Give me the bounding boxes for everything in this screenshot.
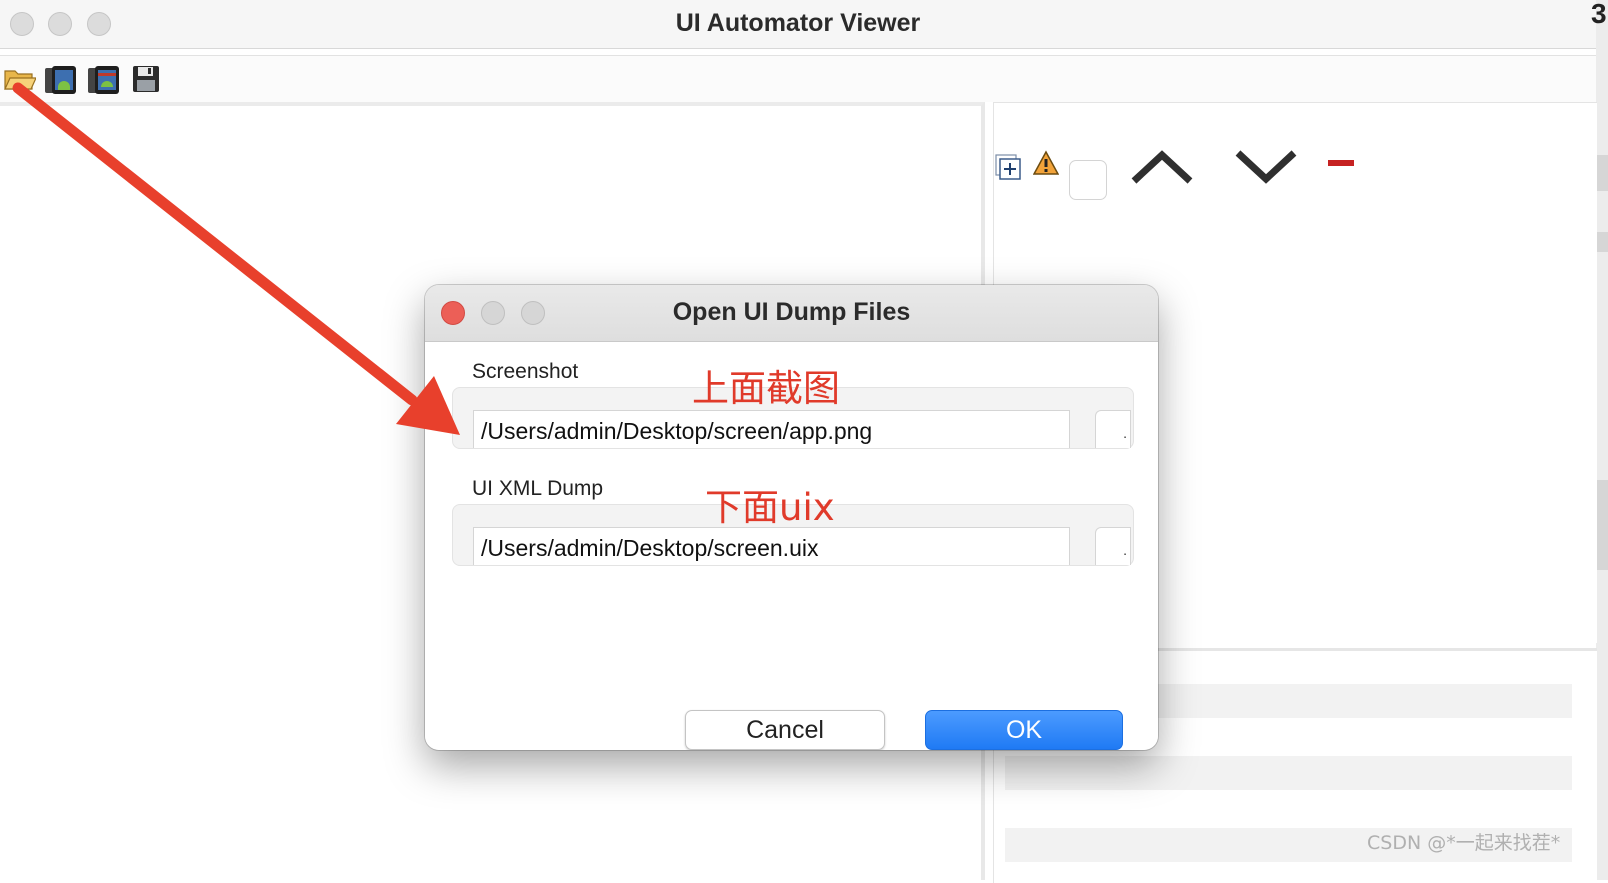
xml-dump-browse-button[interactable]: . (1095, 527, 1131, 565)
detail-row (1005, 756, 1572, 790)
dialog-title: Open UI Dump Files (672, 298, 911, 326)
window-titlebar: UI Automator Viewer (0, 0, 1596, 49)
watermark: CSDN @*一起来找茬* (1367, 832, 1561, 854)
cancel-button[interactable]: Cancel (685, 710, 885, 750)
open-folder-icon[interactable] (4, 65, 37, 96)
right-scroll-edge[interactable] (1596, 0, 1608, 880)
screenshot-browse-button[interactable]: . (1095, 410, 1131, 448)
screenshot-path-field[interactable]: /Users/admin/Desktop/screen/app.png (473, 410, 1070, 448)
chevron-up-icon[interactable] (1130, 147, 1194, 192)
minus-icon[interactable] (1328, 160, 1354, 166)
xml-dump-annotation: 下面uix (705, 486, 835, 529)
window-title: UI Automator Viewer (675, 9, 921, 37)
blank-button[interactable] (1069, 160, 1107, 200)
xml-dump-label: UI XML Dump (472, 477, 604, 500)
xml-dump-path-field[interactable]: /Users/admin/Desktop/screen.uix (473, 527, 1070, 565)
ok-button[interactable]: OK (925, 710, 1123, 750)
device-screenshot-compressed-icon[interactable] (87, 65, 121, 100)
main-toolbar (0, 55, 1596, 102)
device-screenshot-icon[interactable] (44, 65, 78, 100)
chevron-down-icon[interactable] (1234, 147, 1298, 192)
dialog-titlebar: Open UI Dump Files (425, 285, 1158, 342)
screenshot-annotation: 上面截图 (692, 367, 840, 410)
clipped-title-fragment: 3( (1591, 0, 1608, 29)
expand-all-icon[interactable] (994, 153, 1022, 186)
screenshot-label: Screenshot (472, 360, 579, 383)
save-icon[interactable] (132, 65, 160, 98)
warning-icon[interactable] (1032, 150, 1060, 181)
